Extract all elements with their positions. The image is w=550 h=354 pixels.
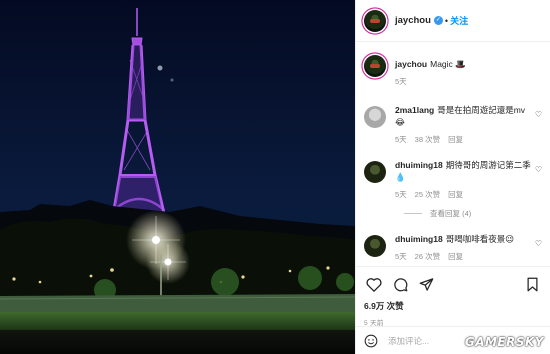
watermark: GAMERSKY (464, 335, 544, 349)
share-icon[interactable] (416, 276, 436, 292)
comment-like-heart-icon[interactable]: ♡ (532, 165, 542, 174)
comment-likes[interactable]: 25 次赞 (415, 189, 440, 201)
caption-time[interactable]: 5天 (395, 76, 407, 88)
comment-time[interactable]: 5天 (395, 251, 407, 263)
commenter-avatar[interactable] (364, 161, 386, 183)
comment-item: dhuiming18 哥喝咖啡看夜景😉 5天 26 次赞 回复 ♡ (364, 233, 542, 263)
comment-username[interactable]: dhuiming18 (395, 160, 443, 170)
comment-username[interactable]: dhuiming18 (395, 234, 443, 244)
post-photo[interactable] (0, 0, 355, 354)
author-username[interactable]: jaychou (395, 15, 431, 26)
post-header: jaychou ✓ • 关注 (356, 0, 550, 42)
commenter-avatar[interactable] (364, 106, 386, 128)
caption-text: Magic 🎩 (430, 59, 466, 69)
post-caption: jaychou Magic 🎩 5天 (364, 53, 542, 88)
comment-time[interactable]: 5天 (395, 134, 407, 146)
author-avatar[interactable] (364, 9, 386, 32)
comment-like-heart-icon[interactable]: ♡ (532, 110, 542, 119)
comment-item: 2ma1lang 哥是在拍周遊記還是mv😂 5天 38 次赞 回复 ♡ (364, 104, 542, 146)
comment-likes[interactable]: 38 次赞 (415, 134, 440, 146)
bookmark-icon[interactable] (522, 276, 542, 292)
comments-list[interactable]: jaychou Magic 🎩 5天 2ma1lang 哥是在拍周遊記還是mv😂 5… (356, 43, 550, 265)
comment-icon[interactable] (390, 276, 410, 292)
post-actions: 6.9万 次赞 5 天前 (356, 266, 550, 327)
likes-count[interactable]: 6.9万 次赞 (364, 300, 542, 312)
comment-time[interactable]: 5天 (395, 189, 407, 201)
view-replies-button[interactable]: 查看回复 (4) (404, 208, 542, 219)
emoji-icon[interactable] (364, 334, 378, 348)
reply-button[interactable]: 回复 (448, 189, 463, 201)
heart-icon[interactable] (364, 276, 384, 292)
caption-username[interactable]: jaychou (395, 59, 427, 69)
commenter-avatar[interactable] (364, 235, 386, 257)
comment-item: dhuiming18 期待哥的周游记第二季💧 5天 25 次赞 回复 ♡ (364, 159, 542, 201)
reply-button[interactable]: 回复 (448, 134, 463, 146)
caption-avatar[interactable] (364, 55, 386, 77)
comment-text: 哥喝咖啡看夜景😉 (445, 234, 515, 244)
verified-badge-icon: ✓ (433, 16, 443, 25)
post-detail-panel: jaychou ✓ • 关注 jaychou Magic 🎩 5天 2ma1lan… (355, 0, 550, 354)
comment-username[interactable]: 2ma1lang (395, 105, 434, 115)
comment-likes[interactable]: 26 次赞 (415, 251, 440, 263)
view-replies-label: 查看回复 (4) (430, 209, 472, 218)
replies-divider-line (404, 213, 422, 214)
reply-button[interactable]: 回复 (448, 251, 463, 263)
eiffel-tower-night-photo (0, 0, 355, 354)
comment-like-heart-icon[interactable]: ♡ (532, 239, 542, 248)
separator-dot: • (444, 15, 449, 26)
follow-button[interactable]: 关注 (450, 14, 468, 27)
